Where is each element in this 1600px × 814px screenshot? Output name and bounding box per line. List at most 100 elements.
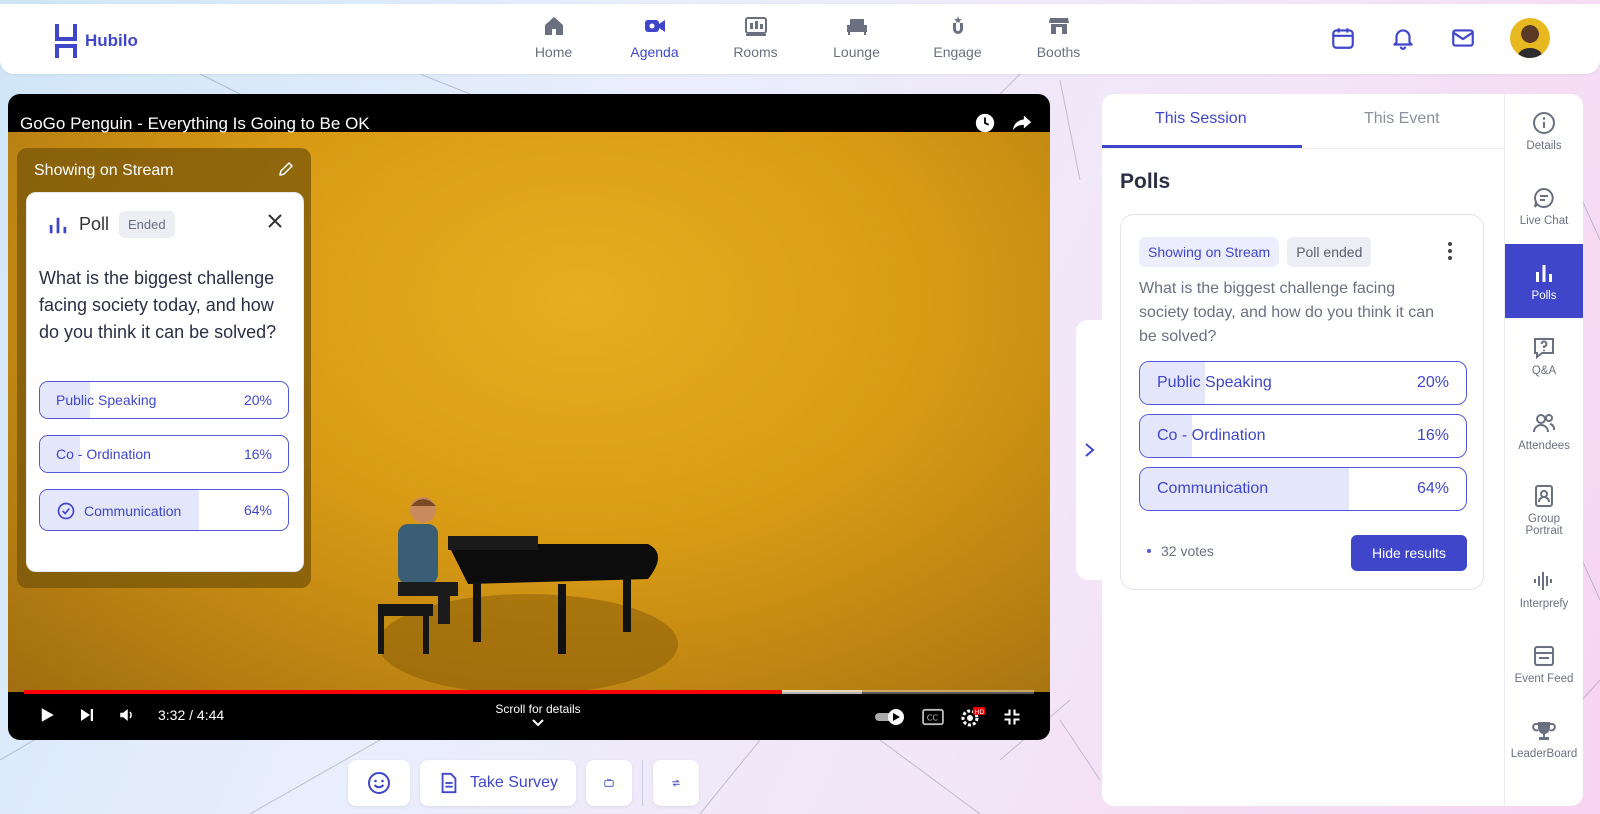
- poll-option[interactable]: Communication 64%: [1139, 467, 1467, 511]
- mail-icon[interactable]: [1450, 25, 1476, 51]
- option-label: Public Speaking: [1157, 374, 1272, 391]
- scroll-for-details[interactable]: Scroll for details: [478, 702, 598, 730]
- option-label: Communication: [1157, 480, 1269, 497]
- rail-label: Event Feed: [1514, 672, 1574, 685]
- exit-fullscreen-icon[interactable]: [1002, 707, 1022, 727]
- people-icon: [1533, 413, 1556, 432]
- volume-icon[interactable]: [118, 706, 136, 724]
- rail-label: LeaderBoard: [1510, 747, 1578, 760]
- playback-time: 3:32 / 4:44: [158, 707, 225, 723]
- rail-item-interprefy[interactable]: Interprefy: [1505, 552, 1583, 626]
- rail-label: Group Portrait: [1525, 512, 1563, 537]
- audio-wave-icon: [1534, 571, 1552, 590]
- tv-icon: [604, 778, 614, 787]
- chevron-down-icon: [532, 719, 544, 727]
- rail-item-qa[interactable]: Q&A: [1505, 319, 1583, 393]
- hubilo-logo[interactable]: Hubilo: [53, 22, 138, 60]
- progress-bar[interactable]: [24, 690, 1034, 694]
- calendar-icon[interactable]: [1330, 25, 1356, 51]
- nav-home[interactable]: Home: [503, 14, 604, 60]
- play-icon[interactable]: [38, 706, 56, 724]
- nav-right-actions: [1330, 18, 1550, 58]
- autoplay-toggle-icon[interactable]: [874, 708, 906, 726]
- poll-chips: Showing on Stream Poll ended: [1139, 237, 1372, 267]
- chat-bubble-icon: [1534, 187, 1554, 208]
- controls-left: 3:32 / 4:44: [38, 706, 224, 724]
- portrait-icon: [1535, 484, 1553, 507]
- take-survey-label: Take Survey: [470, 774, 559, 791]
- switch-view-button[interactable]: [653, 760, 700, 806]
- video-title: GoGo Penguin - Everything Is Going to Be…: [20, 114, 370, 133]
- rail-item-attendees[interactable]: Attendees: [1505, 394, 1583, 468]
- check-circle-icon: [57, 502, 75, 520]
- nav-agenda[interactable]: Agenda: [604, 14, 705, 60]
- video-camera-icon: [644, 20, 665, 32]
- booth-icon: [1048, 18, 1069, 34]
- option-label: Co - Ordination: [56, 446, 151, 462]
- poll-question: What is the biggest challenge facing soc…: [1139, 280, 1434, 345]
- option-percent: 64%: [243, 502, 272, 518]
- tab-this-session[interactable]: This Session: [1155, 110, 1247, 128]
- bullet-dot: [1147, 549, 1151, 553]
- video-player[interactable]: GoGo Penguin - Everything Is Going to Be…: [8, 94, 1050, 740]
- more-options-icon[interactable]: [1447, 241, 1453, 261]
- info-icon: [1533, 111, 1555, 134]
- option-percent: 16%: [1416, 427, 1449, 444]
- stream-poll-option[interactable]: Public Speaking 20%: [39, 381, 289, 419]
- vote-count: 32 votes: [1147, 543, 1214, 559]
- stream-poll-option[interactable]: Co - Ordination 16%: [39, 435, 289, 473]
- vote-count-text: 32 votes: [1161, 543, 1214, 559]
- question-bubble-icon: [1534, 337, 1554, 359]
- stream-poll-head: Poll Ended: [47, 211, 175, 238]
- reaction-button[interactable]: [348, 760, 410, 806]
- bar-chart-icon: [1536, 264, 1552, 282]
- stream-poll-option-selected[interactable]: Communication 64%: [39, 489, 289, 531]
- close-icon[interactable]: [267, 213, 283, 229]
- pencil-edit-icon[interactable]: [277, 160, 295, 178]
- settings-hd-icon[interactable]: HD: [960, 706, 986, 728]
- watch-later-icon[interactable]: [974, 112, 996, 134]
- panel-collapse-toggle[interactable]: [1076, 320, 1102, 580]
- hide-results-button[interactable]: Hide results: [1351, 535, 1467, 571]
- option-label: Co - Ordination: [1157, 427, 1266, 444]
- captions-icon[interactable]: CC: [922, 708, 944, 726]
- rail-item-leaderboard[interactable]: LeaderBoard: [1505, 702, 1583, 776]
- option-percent: 64%: [1416, 480, 1449, 497]
- rail-item-event-feed[interactable]: Event Feed: [1505, 627, 1583, 701]
- stream-poll-status-chip: Ended: [119, 211, 175, 238]
- stream-poll-card: Poll Ended What is the biggest challenge…: [26, 192, 304, 572]
- rail-item-live-chat[interactable]: Live Chat: [1505, 169, 1583, 243]
- smiley-icon: [368, 772, 390, 794]
- option-percent: 20%: [243, 392, 272, 408]
- option-label-with-check: Communication: [56, 501, 181, 521]
- rail-item-details[interactable]: Details: [1505, 94, 1583, 168]
- poll-option[interactable]: Public Speaking 20%: [1139, 361, 1467, 405]
- rail-label: Interprefy: [1519, 597, 1569, 610]
- tv-mode-button[interactable]: [586, 760, 633, 806]
- nav-rooms[interactable]: Rooms: [705, 14, 806, 60]
- nav-engage[interactable]: Engage: [907, 14, 1008, 60]
- rail-item-group-portrait[interactable]: Group Portrait: [1505, 469, 1583, 551]
- top-navigation-bar: Hubilo Home Agenda Rooms Lounge Engage B…: [0, 4, 1600, 74]
- user-avatar[interactable]: [1510, 18, 1550, 58]
- skip-next-icon[interactable]: [78, 706, 96, 724]
- nav-agenda-label: Agenda: [630, 44, 679, 60]
- take-survey-button[interactable]: Take Survey: [420, 760, 577, 806]
- rail-label: Attendees: [1518, 439, 1570, 452]
- nav-rooms-label: Rooms: [733, 44, 778, 60]
- progress-played: [24, 690, 782, 694]
- rail-item-polls[interactable]: Polls: [1505, 244, 1583, 318]
- rail-label: Live Chat: [1519, 214, 1569, 227]
- share-icon[interactable]: [1010, 112, 1034, 134]
- nav-lounge[interactable]: Lounge: [806, 14, 907, 60]
- bell-icon[interactable]: [1390, 25, 1416, 51]
- svg-text:HD: HD: [975, 708, 985, 716]
- nav-booths[interactable]: Booths: [1008, 14, 1109, 60]
- nav-home-label: Home: [534, 44, 573, 60]
- panel-title: Polls: [1120, 170, 1171, 193]
- tab-this-event[interactable]: This Event: [1364, 110, 1440, 128]
- nav-lounge-label: Lounge: [833, 44, 880, 60]
- swap-arrows-icon: [672, 779, 680, 787]
- poll-option[interactable]: Co - Ordination 16%: [1139, 414, 1467, 458]
- main-nav: Home Agenda Rooms Lounge Engage Booths: [503, 14, 1109, 60]
